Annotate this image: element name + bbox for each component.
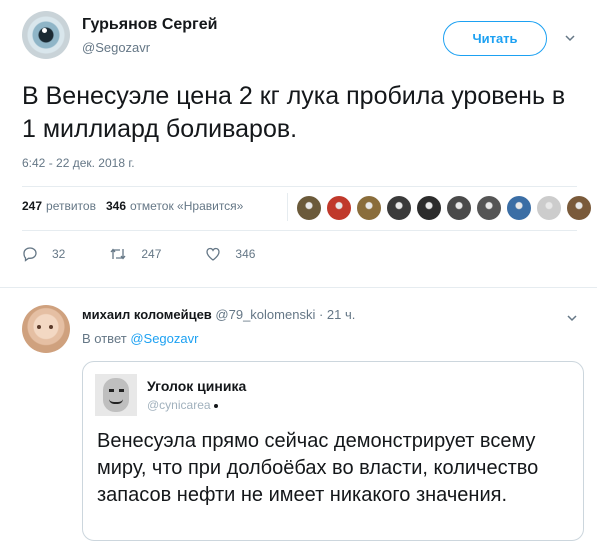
divider	[0, 287, 597, 288]
divider	[22, 230, 577, 231]
likes-label: отметок «Нравится»	[130, 199, 244, 213]
chevron-down-icon[interactable]	[565, 33, 575, 43]
reply-time-ago: · 21 ч.	[318, 307, 356, 322]
retweet-action[interactable]: 247	[109, 246, 161, 262]
like-action[interactable]: 346	[205, 246, 255, 262]
liker-avatars	[296, 195, 596, 221]
follow-button[interactable]: Читать	[443, 21, 547, 56]
liker-avatar[interactable]	[296, 195, 322, 221]
chevron-down-icon[interactable]	[567, 313, 577, 323]
quoted-tweet-card[interactable]: Уголок циника @cynicarea Венесуэла прямо…	[82, 361, 584, 541]
quote-avatar-eye	[109, 389, 114, 392]
reply-to-line: В ответ @Segozavr	[82, 331, 198, 346]
tweet-text: В Венесуэле цена 2 кг лука пробила урове…	[22, 82, 566, 143]
liker-avatar[interactable]	[476, 195, 502, 221]
retweets-count: 247	[22, 199, 43, 213]
reply-avatar[interactable]	[22, 305, 70, 353]
quote-avatar	[95, 374, 137, 416]
tweet-avatar[interactable]	[22, 11, 70, 59]
stats-separator	[287, 193, 288, 221]
like-count: 346	[235, 247, 256, 261]
reply-author-handle: @79_kolomenski	[215, 307, 316, 322]
retweets-stat[interactable]: 247 ретвитов	[22, 199, 96, 213]
liker-avatar[interactable]	[416, 195, 442, 221]
likes-count: 346	[105, 199, 126, 213]
tweet-timestamp[interactable]: 6:42 - 22 дек. 2018 г.	[22, 156, 135, 170]
liker-avatar[interactable]	[386, 195, 412, 221]
liker-avatar[interactable]	[446, 195, 472, 221]
tweet-author-name[interactable]: Гурьянов Сергей	[82, 16, 217, 34]
quote-avatar-eye	[119, 389, 124, 392]
reply-action[interactable]: 32	[22, 246, 65, 262]
quote-author-name: Уголок циника	[147, 378, 247, 394]
liker-avatar[interactable]	[566, 195, 592, 221]
liker-avatar[interactable]	[326, 195, 352, 221]
liker-avatar[interactable]	[536, 195, 562, 221]
reply-author[interactable]: михаил коломейцев @79_kolomenski · 21 ч.	[82, 307, 355, 322]
heart-icon	[206, 247, 221, 261]
reply-author-name: михаил коломейцев	[82, 307, 212, 322]
tweet-author-handle[interactable]: @Segozavr	[82, 40, 150, 55]
quote-status-dot	[214, 404, 218, 408]
quote-author-handle: @cynicarea	[147, 398, 211, 412]
retweet-icon	[110, 248, 126, 260]
liker-avatar[interactable]	[506, 195, 532, 221]
reply-to-mention[interactable]: @Segozavr	[130, 331, 198, 346]
divider	[22, 186, 577, 187]
reply-count: 32	[52, 247, 66, 261]
reply-icon	[23, 247, 37, 262]
liker-avatar[interactable]	[356, 195, 382, 221]
retweet-count: 247	[141, 247, 162, 261]
reply-to-prefix: В ответ	[82, 331, 127, 346]
likes-stat[interactable]: 346 отметок «Нравится»	[106, 199, 243, 213]
retweets-label: ретвитов	[46, 199, 96, 213]
quote-text: Венесуэла прямо сейчас демонстрирует все…	[97, 430, 539, 506]
quote-avatar-face	[103, 378, 129, 412]
tweet-actions: 32 247 346	[22, 246, 299, 262]
tweet-stats: 247 ретвитов 346 отметок «Нравится»	[22, 199, 253, 213]
